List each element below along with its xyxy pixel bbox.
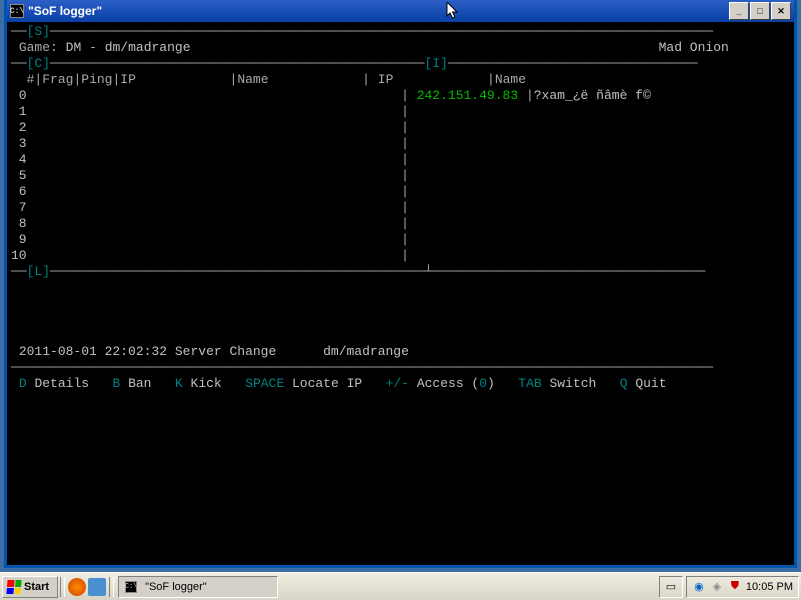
client-row: 0 <box>11 88 27 103</box>
client-row: 8 <box>11 216 27 231</box>
label-access-close: ) <box>487 376 495 391</box>
app-icon: C:\ <box>10 4 24 18</box>
game-label: Game: <box>19 40 58 55</box>
key-pm: +/- <box>386 376 409 391</box>
tray-unknown-icon[interactable]: ▭ <box>664 580 678 594</box>
separator <box>109 577 114 597</box>
label-access: Access ( <box>417 376 479 391</box>
tray-section: ▭ <box>659 576 683 598</box>
client-row: 10 <box>11 248 27 263</box>
info-name: ?xam_¿ë ñâmè f© <box>534 88 651 103</box>
window-title: "SoF logger" <box>28 4 729 18</box>
label-kick: Kick <box>191 376 222 391</box>
client-row: 6 <box>11 184 27 199</box>
label-switch: Switch <box>549 376 596 391</box>
key-d: D <box>19 376 27 391</box>
game-map: dm/madrange <box>105 40 191 55</box>
task-app-icon: C:\ <box>125 581 137 593</box>
client-row: 2 <box>11 120 27 135</box>
client-row: 9 <box>11 232 27 247</box>
key-k: K <box>175 376 183 391</box>
start-button[interactable]: Start <box>2 576 58 598</box>
client-row: 7 <box>11 200 27 215</box>
col-num: # <box>27 72 35 87</box>
log-timestamp: 2011-08-01 22:02:32 <box>19 344 167 359</box>
client-row: 4 <box>11 152 27 167</box>
access-count: 0 <box>479 376 487 391</box>
minimize-button[interactable]: _ <box>729 2 749 20</box>
log-detail: dm/madrange <box>323 344 409 359</box>
key-space: SPACE <box>245 376 284 391</box>
info-box-label: I <box>432 56 440 71</box>
client-row: 3 <box>11 136 27 151</box>
taskbar-task[interactable]: C:\ "SoF logger" <box>118 576 278 598</box>
clock[interactable]: 10:05 PM <box>746 581 793 593</box>
cmd-window: C:\ "SoF logger" _ □ ✕ ──[S]────────────… <box>4 0 797 568</box>
info-col-ip: IP <box>378 72 394 87</box>
col-name: Name <box>237 72 268 87</box>
info-ip: 242.151.49.83 <box>417 88 518 103</box>
client-row: 1 <box>11 104 27 119</box>
system-tray: ◉ ◈ ⛊ 10:05 PM <box>686 576 799 598</box>
client-row: 5 <box>11 168 27 183</box>
col-frag: Frag <box>42 72 73 87</box>
tray-globe-icon[interactable]: ◉ <box>692 580 706 594</box>
taskbar: Start C:\ "SoF logger" ▭ ◉ ◈ ⛊ 10:05 PM <box>0 572 801 600</box>
key-tab: TAB <box>518 376 541 391</box>
key-b: B <box>112 376 120 391</box>
label-locate: Locate IP <box>292 376 362 391</box>
log-box-label: L <box>34 264 42 279</box>
server-name: Mad Onion <box>659 40 729 55</box>
firefox-icon[interactable] <box>68 578 86 596</box>
key-q: Q <box>620 376 628 391</box>
console-area[interactable]: ──[S]───────────────────────────────────… <box>7 22 794 565</box>
separator <box>60 577 65 597</box>
clients-box-label: C <box>34 56 42 71</box>
task-title: "SoF logger" <box>145 581 207 593</box>
titlebar[interactable]: C:\ "SoF logger" _ □ ✕ <box>7 0 794 22</box>
tray-cube-icon[interactable]: ◈ <box>710 580 724 594</box>
close-button[interactable]: ✕ <box>771 2 791 20</box>
game-mode: DM <box>66 40 82 55</box>
start-label: Start <box>24 581 49 593</box>
label-quit: Quit <box>635 376 666 391</box>
status-box-label: S <box>34 24 42 39</box>
window-controls: _ □ ✕ <box>729 2 791 20</box>
log-event: Server Change <box>175 344 276 359</box>
label-details: Details <box>34 376 89 391</box>
maximize-button[interactable]: □ <box>750 2 770 20</box>
label-ban: Ban <box>128 376 151 391</box>
col-ping: Ping <box>81 72 112 87</box>
info-col-name: Name <box>495 72 526 87</box>
desktop-icon[interactable] <box>88 578 106 596</box>
tray-shield-icon[interactable]: ⛊ <box>728 580 742 594</box>
windows-logo-icon <box>6 580 21 594</box>
col-ip: IP <box>120 72 136 87</box>
